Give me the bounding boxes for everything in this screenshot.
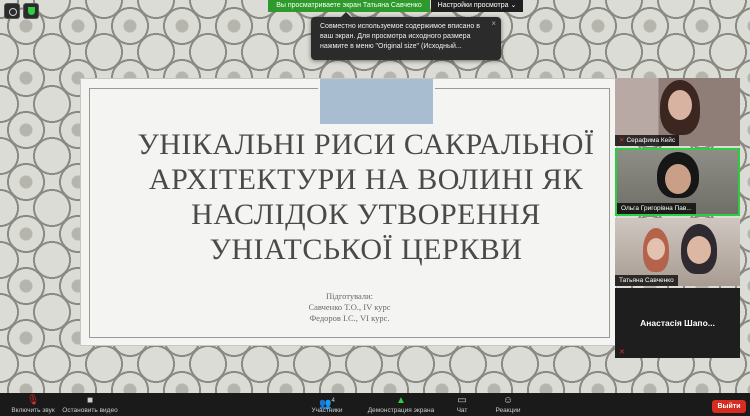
stop-video-button[interactable]: ■ Остановить видео (60, 395, 120, 415)
meeting-toolbar: 🎙 Включить звук ■ Остановить видео 👥4 Уч… (0, 393, 750, 416)
leave-meeting-button[interactable]: Выйти (712, 400, 746, 413)
participant-tile[interactable]: ✕ Серафима Кейс (615, 78, 740, 146)
video-icon: ■ (86, 395, 94, 406)
participant-video (668, 90, 692, 120)
reactions-label: Реакции (495, 407, 521, 414)
participant-name: Ольга Григорівна Пав... (617, 203, 696, 214)
slide-author: Федоров І.С., VI курс. (309, 313, 390, 323)
participant-name-text: Ольга Григорівна Пав... (621, 205, 692, 212)
mic-off-icon: ✕ (619, 137, 625, 144)
mic-off-icon: 🎙 (26, 395, 40, 406)
reactions-icon: ☺ (502, 395, 514, 406)
chat-label: Чат (456, 407, 468, 414)
participant-name-text: Анастасія Шапо... (640, 318, 715, 328)
participant-tile-video-off[interactable]: Анастасія Шапо... ✕ (615, 288, 740, 358)
close-icon[interactable]: × (491, 19, 496, 29)
participant-video (647, 238, 665, 260)
chat-icon: ▭ (457, 395, 467, 406)
unmute-label: Включить звук (11, 407, 55, 414)
shield-icon[interactable] (23, 3, 39, 19)
participant-name: ✕ Серафима Кейс (615, 135, 680, 146)
mic-off-icon: ✕ (619, 349, 625, 356)
stop-video-label: Остановить видео (62, 407, 118, 414)
participants-count: 4 (331, 398, 335, 404)
presentation-slide: Унікальні риси сакральної архітектури на… (80, 78, 617, 346)
reactions-button[interactable]: ☺ Реакции (488, 395, 528, 415)
slide-accent-block (318, 79, 435, 124)
participant-name: Татьяна Савченко (615, 275, 678, 286)
participant-tile[interactable]: Татьяна Савченко (615, 218, 740, 286)
unmute-button[interactable]: 🎙 Включить звук (6, 395, 60, 415)
share-screen-label: Демонстрация экрана (367, 407, 435, 414)
slide-prepared-by: Підготували: (326, 291, 373, 301)
participant-name-text: Татьяна Савченко (619, 277, 674, 284)
participants-label: Участники (311, 407, 343, 414)
slide-title: Унікальні риси сакральної архітектури на… (137, 128, 595, 266)
view-icon[interactable] (4, 3, 20, 19)
fit-screen-tooltip: × Совместно используемое содержимое впис… (311, 12, 501, 60)
share-screen-button[interactable]: ▲ Демонстрация экрана (366, 395, 436, 415)
chat-button[interactable]: ▭ Чат (444, 395, 480, 415)
view-options-button[interactable]: Настройки просмотра ⌄ (431, 0, 523, 12)
tooltip-text: Совместно используемое содержимое вписан… (320, 23, 480, 50)
slide-author: Савченко Т.О., IV курс (308, 302, 391, 312)
participants-button[interactable]: 👥4 Участники (306, 396, 348, 414)
participants-icon: 👥4 (319, 398, 335, 410)
participant-tile-active-speaker[interactable]: Ольга Григорівна Пав... (615, 148, 740, 216)
share-screen-icon: ▲ (396, 395, 406, 406)
participant-video (687, 236, 711, 264)
shared-screen-area: Вы просматриваете экран Татьяна Савченко… (0, 0, 750, 393)
viewing-banner: Вы просматриваете экран Татьяна Савченко (268, 0, 430, 12)
participant-name-text: Серафима Кейс (626, 137, 676, 144)
participant-video (665, 164, 691, 194)
